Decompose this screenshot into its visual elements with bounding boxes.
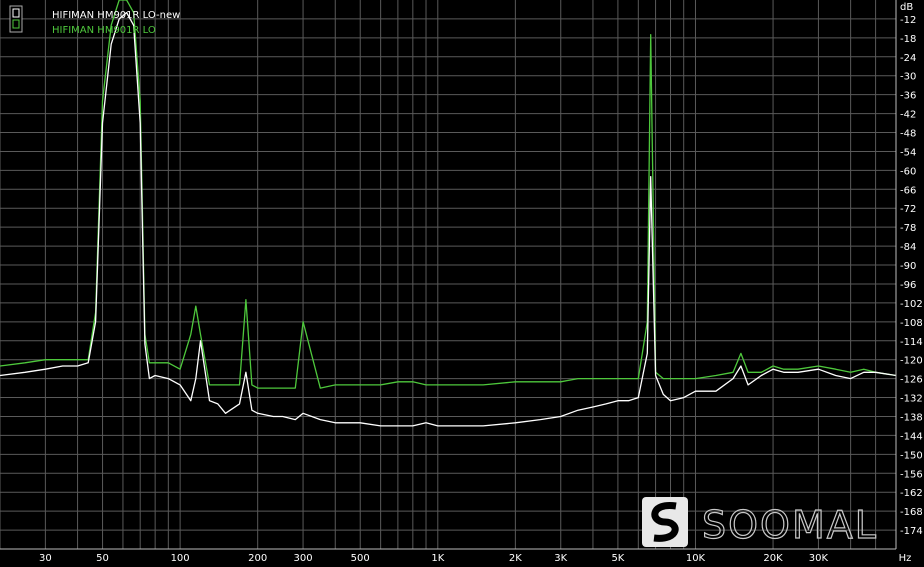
y-tick-label: -36 (900, 91, 916, 102)
y-tick-label: -84 (900, 242, 916, 253)
y-tick-label: -66 (900, 185, 916, 196)
x-tick-label: 500 (351, 553, 370, 564)
y-tick-label: -12 (900, 15, 916, 26)
y-tick-label: -108 (900, 318, 923, 329)
x-tick-label: 20K (763, 553, 783, 564)
y-tick-label: -102 (900, 299, 923, 310)
y-tick-label: -114 (900, 337, 923, 348)
y-tick-label: -48 (900, 129, 916, 140)
x-tick-label: 50 (96, 553, 109, 564)
y-tick-label: -126 (900, 375, 923, 386)
x-tick-label: 30K (809, 553, 829, 564)
legend-label-1: HIFIMAN HM901R LO-new (52, 10, 180, 21)
y-tick-label: -156 (900, 469, 923, 480)
y-tick-label: -138 (900, 412, 923, 423)
x-tick-label: 10K (686, 553, 706, 564)
x-unit-label: Hz (899, 553, 912, 564)
y-tick-label: -144 (900, 431, 923, 442)
y-tick-label: -78 (900, 223, 916, 234)
y-tick-label: -54 (900, 147, 916, 158)
soomal-watermark: SOOMAL (642, 497, 878, 548)
y-tick-label: -120 (900, 356, 923, 367)
y-tick-label: -18 (900, 34, 916, 45)
y-tick-label: -174 (900, 526, 923, 537)
spectrum-chart: -12 -18 -24 -30 -36 -42 -48 -54 -60 -66 -72 -78 -84 -… (0, 0, 924, 567)
y-tick-label: -150 (900, 450, 923, 461)
x-tick-label: 100 (171, 553, 190, 564)
y-tick-label: -42 (900, 110, 916, 121)
x-axis-panel (0, 549, 924, 567)
x-tick-label: 5K (611, 553, 624, 564)
x-tick-label: 2K (509, 553, 522, 564)
y-tick-label: -24 (900, 53, 916, 64)
y-tick-label: -132 (900, 394, 923, 405)
y-tick-label: -90 (900, 261, 916, 272)
x-tick-label: 1K (431, 553, 444, 564)
y-tick-label: -60 (900, 166, 916, 177)
x-tick-label: 3K (554, 553, 567, 564)
y-tick-label: -168 (900, 507, 923, 518)
y-tick-label: -30 (900, 72, 916, 83)
x-tick-label: 30 (39, 553, 52, 564)
x-tick-label: 300 (294, 553, 313, 564)
legend-label-2: HIFIMAN HM901R LO (52, 25, 156, 36)
y-tick-label: -96 (900, 280, 916, 291)
x-tick-label: 200 (248, 553, 267, 564)
y-tick-label: -72 (900, 204, 916, 215)
y-tick-label: -162 (900, 488, 923, 499)
soomal-logo-text: SOOMAL (702, 503, 878, 547)
y-unit-label: dB (900, 2, 913, 13)
